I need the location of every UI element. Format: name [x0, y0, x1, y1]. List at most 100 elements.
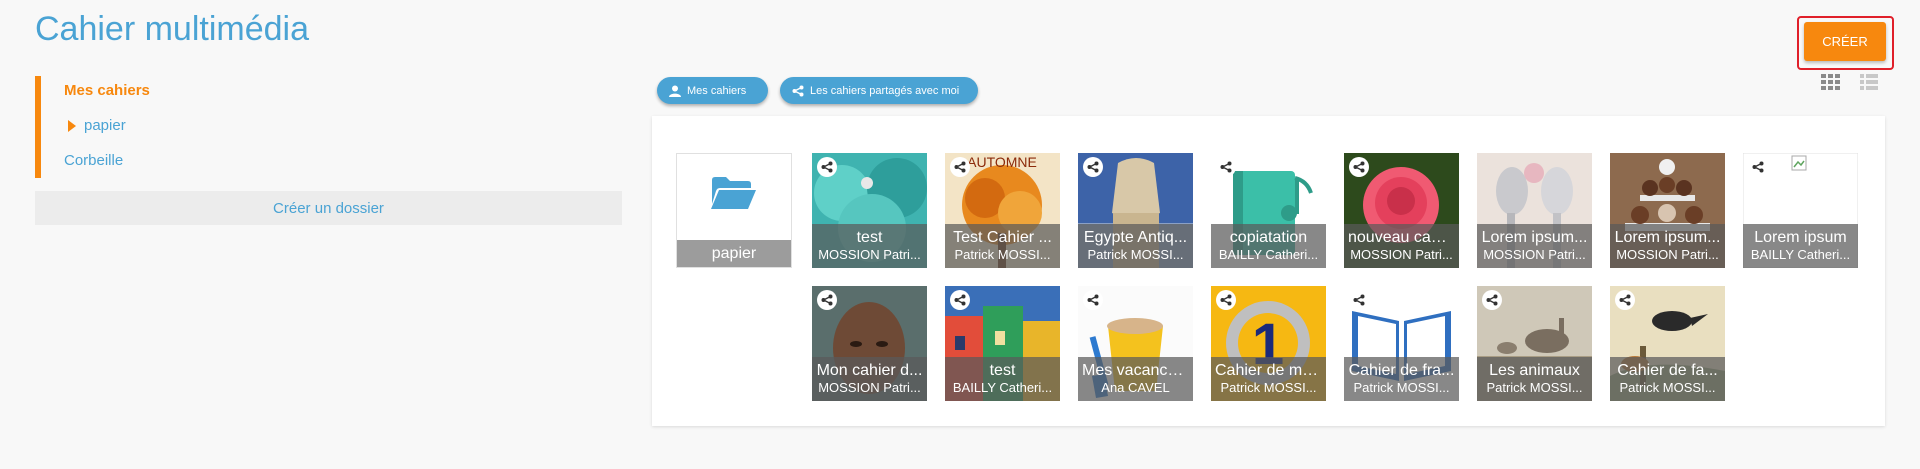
folder-card[interactable]: papier [676, 153, 792, 268]
notebook-caption: Mon cahier d... MOSSION Patri... [812, 357, 927, 401]
folder-open-icon [711, 177, 756, 209]
user-icon [669, 85, 681, 97]
notebook-card[interactable]: Lorem ipsum... MOSSION Patri... [1477, 153, 1592, 268]
shared-badge [1482, 290, 1502, 310]
caret-right-icon [68, 119, 76, 132]
notebook-author: MOSSION Patri... [1350, 247, 1453, 262]
notebook-title: Mes vacance... [1082, 362, 1190, 379]
notebook-card[interactable]: Cahier de fra... Patrick MOSSI... [1344, 286, 1459, 401]
notebook-author: MOSSION Patri... [818, 380, 921, 395]
share-icon [1486, 294, 1498, 306]
notebook-author: MOSSION Patri... [818, 247, 921, 262]
sidebar-folder-label: papier [84, 117, 126, 134]
sidebar-item-my-notebooks[interactable]: Mes cahiers [64, 82, 150, 99]
share-icon [954, 294, 966, 306]
notebooks-panel: papier test MOSSION Patri... AUTOMNE Test C… [652, 116, 1885, 426]
share-icon [1220, 294, 1232, 306]
notebook-card[interactable]: Cahier de fa... Patrick MOSSI... [1610, 286, 1725, 401]
share-icon [1752, 161, 1764, 173]
notebook-caption: test BAILLY Catheri... [945, 357, 1060, 401]
share-icon [1353, 161, 1365, 173]
notebook-card[interactable]: nouveau cahi... MOSSION Patri... [1344, 153, 1459, 268]
notebook-card[interactable]: Mes vacance... Ana CAVEL [1078, 286, 1193, 401]
shared-badge [1748, 157, 1768, 177]
notebook-author: BAILLY Catheri... [952, 380, 1053, 395]
notebook-title: Lorem ipsum... [1481, 229, 1588, 246]
notebook-author: MOSSION Patri... [1616, 247, 1719, 262]
create-folder-button[interactable]: Créer un dossier [35, 191, 622, 225]
tab-label: Mes cahiers [687, 84, 747, 97]
notebook-title: Lorem ipsum... [1614, 229, 1721, 246]
notebook-caption: Les animaux Patrick MOSSI... [1477, 357, 1592, 401]
share-icon [1087, 161, 1099, 173]
notebook-caption: test MOSSION Patri... [812, 224, 927, 268]
shared-badge [1083, 157, 1103, 177]
notebook-card[interactable]: Lorem ipsum... MOSSION Patri... [1610, 153, 1725, 268]
folder-label: papier [677, 240, 791, 267]
notebook-author: Patrick MOSSI... [1619, 380, 1716, 395]
notebook-card[interactable]: Egypte Antiq... Patrick MOSSI... [1078, 153, 1193, 268]
sidebar-item-folder[interactable]: papier [68, 117, 126, 134]
grid-view-icon[interactable] [1821, 74, 1841, 92]
notebook-author: Patrick MOSSI... [1353, 380, 1450, 395]
notebook-card[interactable]: copiatation BAILLY Catheri... [1211, 153, 1326, 268]
notebook-author: Patrick MOSSI... [1220, 380, 1317, 395]
share-icon [821, 294, 833, 306]
tab-shared-notebooks[interactable]: Les cahiers partagés avec moi [780, 77, 978, 104]
notebook-card[interactable]: Mon cahier d... MOSSION Patri... [812, 286, 927, 401]
notebook-caption: Egypte Antiq... Patrick MOSSI... [1078, 224, 1193, 268]
shared-badge [950, 290, 970, 310]
notebook-card[interactable]: 1 Cahier de ma... Patrick MOSSI... [1211, 286, 1326, 401]
tab-label: Les cahiers partagés avec moi [810, 84, 960, 97]
sidebar-item-trash[interactable]: Corbeille [64, 152, 123, 169]
notebook-caption: Lorem ipsum... MOSSION Patri... [1477, 224, 1592, 268]
notebook-author: Patrick MOSSI... [954, 247, 1051, 262]
notebook-title: Les animaux [1489, 362, 1580, 379]
notebook-author: BAILLY Catheri... [1750, 247, 1851, 262]
notebook-title: Egypte Antiq... [1083, 229, 1188, 246]
notebook-caption: Mes vacance... Ana CAVEL [1078, 357, 1193, 401]
sidebar-accent-bar [35, 76, 41, 178]
list-view-icon[interactable] [1860, 74, 1878, 92]
tab-my-notebooks[interactable]: Mes cahiers [657, 77, 768, 104]
shared-badge [1349, 290, 1369, 310]
shared-badge [817, 290, 837, 310]
notebook-caption: Lorem ipsum BAILLY Catheri... [1743, 224, 1858, 268]
share-icon [821, 161, 833, 173]
notebook-card[interactable]: test MOSSION Patri... [812, 153, 927, 268]
notebook-title: nouveau cahi... [1348, 229, 1457, 246]
create-button[interactable]: CRÉER [1804, 22, 1886, 61]
share-icon [792, 85, 804, 96]
notebook-title: Cahier de fa... [1617, 362, 1718, 379]
notebook-card[interactable]: test BAILLY Catheri... [945, 286, 1060, 401]
share-icon [954, 161, 966, 173]
notebook-author: MOSSION Patri... [1483, 247, 1586, 262]
notebook-title: Cahier de ma... [1215, 362, 1325, 379]
notebook-card[interactable]: AUTOMNE Test Cahier ... Patrick MOSSI... [945, 153, 1060, 268]
share-icon [1220, 161, 1232, 173]
notebook-title: Cahier de fra... [1348, 362, 1455, 379]
notebook-author: BAILLY Catheri... [1218, 247, 1319, 262]
notebook-title: Test Cahier ... [953, 229, 1052, 246]
notebook-title: Mon cahier d... [816, 362, 923, 379]
page-title: Cahier multimédia [35, 10, 309, 48]
share-icon [1619, 294, 1631, 306]
notebook-author: Patrick MOSSI... [1486, 380, 1583, 395]
notebook-card[interactable]: Les animaux Patrick MOSSI... [1477, 286, 1592, 401]
shared-badge [950, 157, 970, 177]
notebook-author: Patrick MOSSI... [1087, 247, 1184, 262]
notebook-title: test [989, 362, 1016, 379]
notebook-caption: Cahier de fra... Patrick MOSSI... [1344, 357, 1459, 401]
notebook-caption: Test Cahier ... Patrick MOSSI... [945, 224, 1060, 268]
shared-badge [1216, 290, 1236, 310]
shared-badge [1083, 290, 1103, 310]
shared-badge [817, 157, 837, 177]
notebook-caption: Cahier de fa... Patrick MOSSI... [1610, 357, 1725, 401]
share-icon [1353, 294, 1365, 306]
svg-text:AUTOMNE: AUTOMNE [967, 154, 1037, 170]
notebook-caption: Lorem ipsum... MOSSION Patri... [1610, 224, 1725, 268]
share-icon [1087, 294, 1099, 306]
notebook-title: copiatation [1229, 229, 1308, 246]
shared-badge [1349, 157, 1369, 177]
notebook-card[interactable]: Lorem ipsum BAILLY Catheri... [1743, 153, 1858, 268]
